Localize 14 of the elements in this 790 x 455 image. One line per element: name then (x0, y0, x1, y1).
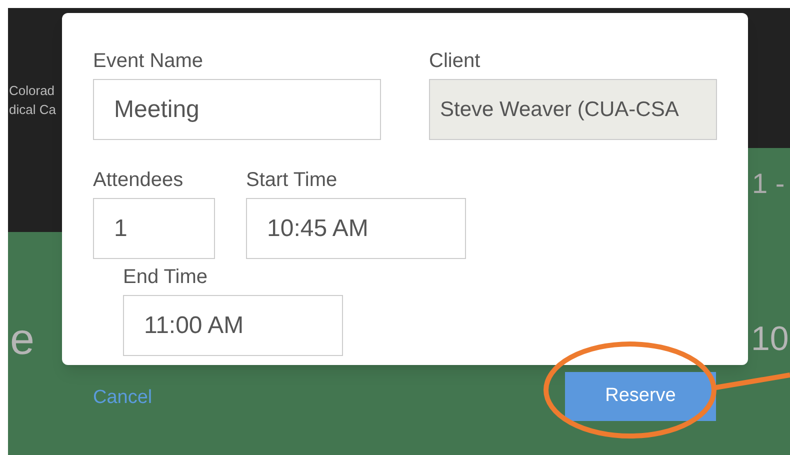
field-label: Attendees (93, 170, 184, 190)
field-label: Client (429, 51, 482, 71)
input-field[interactable]: 1 (93, 198, 215, 259)
background-text: Colorad (9, 84, 55, 97)
background-text: e (10, 318, 34, 362)
input-field[interactable]: 11:00 AM (123, 295, 343, 356)
background-text: 1 - (752, 170, 785, 198)
input-field[interactable]: Meeting (93, 79, 381, 140)
input-field[interactable]: 10:45 AM (246, 198, 466, 259)
field-label: Start Time (246, 170, 338, 190)
background-text: 10 (751, 322, 789, 356)
field-label: Event Name (93, 51, 204, 71)
background-text: dical Ca (9, 103, 56, 116)
field-label: End Time (123, 267, 208, 287)
